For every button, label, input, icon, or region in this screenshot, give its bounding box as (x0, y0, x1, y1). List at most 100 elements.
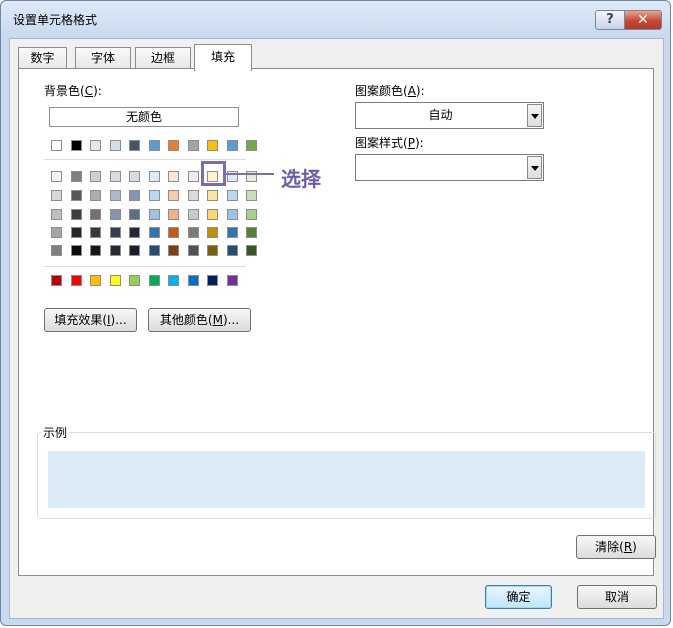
clear-button[interactable]: 清除(R) (576, 535, 656, 559)
color-swatch-shade[interactable] (207, 227, 218, 238)
color-swatch-theme[interactable] (129, 140, 140, 151)
color-swatch-shade[interactable] (227, 209, 238, 220)
color-swatch-standard[interactable] (207, 275, 218, 286)
color-swatch-shade[interactable] (129, 209, 140, 220)
color-swatch-shade[interactable] (51, 209, 62, 220)
ok-button[interactable]: 确定 (485, 585, 552, 609)
color-swatch-shade[interactable] (207, 190, 218, 201)
color-swatch-shade[interactable] (246, 227, 257, 238)
color-swatch-shade[interactable] (71, 209, 82, 220)
tab-border[interactable]: 边框 (135, 47, 191, 70)
pattern-color-value: 自动 (428, 108, 453, 122)
color-swatch-shade[interactable] (71, 245, 82, 256)
color-swatch-shade[interactable] (227, 227, 238, 238)
color-swatch-shade[interactable] (168, 209, 179, 220)
color-swatch-shade[interactable] (51, 190, 62, 201)
color-swatch-shade[interactable] (90, 209, 101, 220)
pattern-color-dropdown[interactable]: 自动 (355, 102, 544, 129)
tab-font[interactable]: 字体 (75, 47, 131, 70)
color-swatch-shade[interactable] (207, 245, 218, 256)
color-swatch-shade[interactable] (149, 190, 160, 201)
color-swatch-shade[interactable] (71, 190, 82, 201)
color-swatch-shade[interactable] (188, 245, 199, 256)
background-color-label: 背景色(C): (44, 84, 102, 98)
color-swatch-shade[interactable] (188, 171, 199, 182)
cancel-button[interactable]: 取消 (577, 585, 657, 609)
color-swatch-shade[interactable] (149, 227, 160, 238)
color-swatch-shade[interactable] (110, 209, 121, 220)
color-swatch-standard[interactable] (129, 275, 140, 286)
color-swatch-shade[interactable] (246, 245, 257, 256)
color-swatch-shade[interactable] (227, 245, 238, 256)
color-swatch-theme[interactable] (207, 140, 218, 151)
color-swatch-shade[interactable] (149, 245, 160, 256)
sample-preview (48, 451, 645, 508)
color-swatch-shade[interactable] (227, 190, 238, 201)
selected-swatch-highlight (201, 161, 226, 186)
palette-separator (44, 266, 246, 267)
color-swatch-standard[interactable] (110, 275, 121, 286)
color-swatch-shade[interactable] (51, 171, 62, 182)
chevron-down-icon[interactable] (527, 104, 542, 127)
no-color-button[interactable]: 无颜色 (49, 107, 239, 127)
pattern-style-label: 图案样式(P): (355, 136, 424, 150)
color-swatch-theme[interactable] (188, 140, 199, 151)
chevron-down-icon[interactable] (527, 156, 542, 179)
tab-fill[interactable]: 填充 (194, 44, 252, 71)
color-swatch-shade[interactable] (149, 209, 160, 220)
annotation-line (226, 173, 274, 175)
color-swatch-shade[interactable] (90, 245, 101, 256)
color-swatch-theme[interactable] (227, 140, 238, 151)
pattern-style-value (356, 155, 525, 180)
fill-effects-button[interactable]: 填充效果(I)... (44, 308, 137, 332)
color-swatch-standard[interactable] (188, 275, 199, 286)
color-swatch-shade[interactable] (168, 245, 179, 256)
color-swatch-shade[interactable] (71, 227, 82, 238)
color-swatch-standard[interactable] (149, 275, 160, 286)
color-swatch-shade[interactable] (90, 227, 101, 238)
color-swatch-shade[interactable] (129, 190, 140, 201)
color-swatch-shade[interactable] (90, 190, 101, 201)
color-swatch-theme[interactable] (71, 140, 82, 151)
color-swatch-shade[interactable] (188, 209, 199, 220)
color-swatch-shade[interactable] (110, 171, 121, 182)
color-swatch-theme[interactable] (168, 140, 179, 151)
annotation-label: 选择 (281, 167, 321, 191)
color-swatch-shade[interactable] (51, 227, 62, 238)
color-swatch-shade[interactable] (149, 171, 160, 182)
color-swatch-theme[interactable] (90, 140, 101, 151)
fill-tab-panel: 背景色(C): 无颜色 选择 填充效果(I)... 其他颜色(M)... 图案颜… (18, 68, 656, 576)
color-swatch-shade[interactable] (168, 190, 179, 201)
color-swatch-shade[interactable] (129, 245, 140, 256)
color-swatch-shade[interactable] (168, 227, 179, 238)
color-swatch-shade[interactable] (110, 245, 121, 256)
color-swatch-shade[interactable] (246, 209, 257, 220)
tab-number[interactable]: 数字 (18, 47, 67, 70)
color-swatch-shade[interactable] (188, 227, 199, 238)
color-swatch-shade[interactable] (207, 209, 218, 220)
help-button[interactable]: ? (595, 10, 625, 30)
color-swatch-shade[interactable] (51, 245, 62, 256)
color-swatch-shade[interactable] (71, 171, 82, 182)
color-swatch-standard[interactable] (71, 275, 82, 286)
more-colors-button[interactable]: 其他颜色(M)... (148, 308, 251, 332)
color-swatch-standard[interactable] (51, 275, 62, 286)
color-swatch-shade[interactable] (129, 171, 140, 182)
color-swatch-shade[interactable] (110, 227, 121, 238)
color-swatch-shade[interactable] (110, 190, 121, 201)
color-swatch-theme[interactable] (110, 140, 121, 151)
color-swatch-standard[interactable] (90, 275, 101, 286)
color-swatch-theme[interactable] (51, 140, 62, 151)
color-swatch-shade[interactable] (90, 171, 101, 182)
color-swatch-shade[interactable] (129, 227, 140, 238)
color-swatch-standard[interactable] (227, 275, 238, 286)
color-swatch-standard[interactable] (168, 275, 179, 286)
color-swatch-shade[interactable] (188, 190, 199, 201)
color-swatch-shade[interactable] (168, 171, 179, 182)
pattern-style-dropdown[interactable] (355, 154, 544, 181)
color-swatch-shade[interactable] (246, 190, 257, 201)
color-swatch-theme[interactable] (246, 140, 257, 151)
title-bar[interactable]: 设置单元格格式 ? ✕ (1, 1, 670, 37)
close-button[interactable]: ✕ (624, 10, 662, 30)
color-swatch-theme[interactable] (149, 140, 160, 151)
